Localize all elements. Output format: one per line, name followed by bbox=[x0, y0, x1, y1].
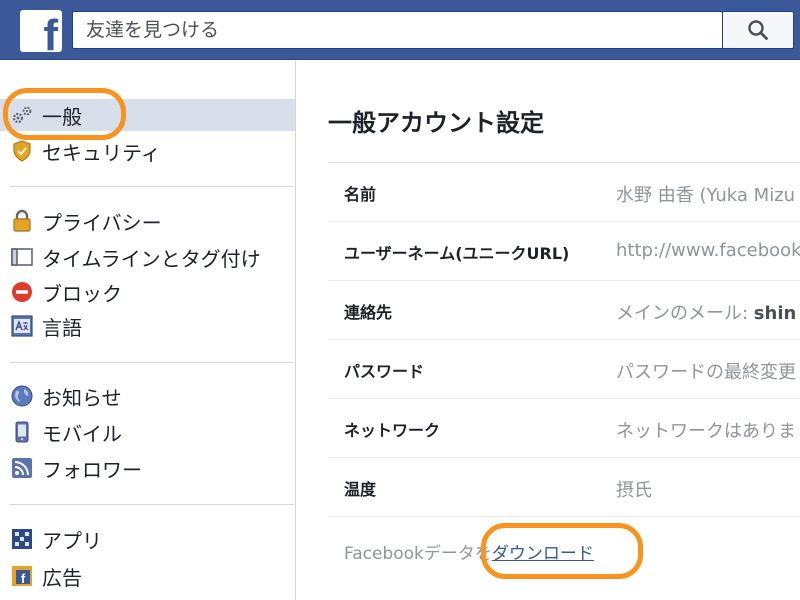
row-label: ユーザーネーム(ユニークURL) bbox=[344, 244, 570, 263]
settings-row-contact[interactable]: 連絡先 メインのメール: shin bbox=[328, 281, 800, 340]
main-content: 一般アカウント設定 名前 水野 由香 (Yuka Mizu ユーザーネーム(ユニ… bbox=[297, 61, 800, 600]
row-value-email: shin bbox=[753, 303, 797, 324]
sidebar-item-label: アプリ bbox=[42, 528, 102, 553]
search-button[interactable] bbox=[722, 11, 794, 49]
mobile-icon bbox=[10, 420, 34, 444]
sidebar-item-mobile[interactable]: モバイル bbox=[10, 416, 294, 448]
sidebar-item-label: プライバシー bbox=[42, 210, 162, 235]
search-input[interactable] bbox=[73, 12, 722, 48]
sidebar-divider bbox=[10, 504, 294, 505]
sidebar-item-label: 言語 bbox=[42, 315, 82, 340]
search-icon bbox=[748, 20, 768, 40]
svg-text:f: f bbox=[21, 571, 26, 586]
sidebar-item-followers[interactable]: フォロワー bbox=[10, 452, 294, 484]
sidebar-item-notifications[interactable]: お知らせ bbox=[10, 380, 294, 412]
row-label: 名前 bbox=[344, 185, 377, 204]
row-value: http://www.facebook.c bbox=[616, 240, 800, 261]
row-value: ネットワークはありま bbox=[616, 421, 796, 442]
settings-row-temperature[interactable]: 温度 摂氏 bbox=[328, 458, 800, 517]
sidebar-item-label: お知らせ bbox=[42, 385, 122, 410]
row-value-prefix: メインのメール: bbox=[616, 303, 754, 324]
sidebar-item-language[interactable]: 言語 bbox=[10, 310, 294, 342]
search-box bbox=[72, 11, 722, 49]
timeline-icon bbox=[10, 245, 34, 269]
settings-row-password[interactable]: パスワード パスワードの最終変更 bbox=[328, 340, 800, 399]
row-label: 温度 bbox=[344, 480, 377, 499]
row-value: パスワードの最終変更 bbox=[616, 362, 796, 383]
row-value: メインのメール: shin bbox=[616, 299, 796, 325]
rss-icon bbox=[10, 456, 34, 480]
row-label: 連絡先 bbox=[344, 303, 393, 322]
globe-icon bbox=[10, 384, 34, 408]
sidebar-item-label: セキュリティ bbox=[42, 140, 161, 165]
sidebar-item-privacy[interactable]: プライバシー bbox=[10, 205, 294, 237]
sidebar-item-apps[interactable]: アプリ bbox=[10, 523, 294, 555]
gears-icon bbox=[10, 103, 34, 127]
sidebar-item-label: フォロワー bbox=[42, 457, 142, 482]
sidebar-item-general[interactable]: 一般 bbox=[0, 99, 295, 131]
download-link[interactable]: ダウンロード bbox=[492, 544, 594, 564]
sidebar-item-timeline-tagging[interactable]: タイムラインとタグ付け bbox=[10, 241, 294, 273]
row-value: 摂氏 bbox=[616, 480, 652, 501]
language-icon bbox=[10, 314, 34, 338]
block-icon bbox=[10, 280, 34, 304]
settings-row-networks[interactable]: ネットワーク ネットワークはありま bbox=[328, 399, 800, 458]
facebook-logo[interactable]: f bbox=[20, 10, 62, 52]
sidebar-item-label: タイムラインとタグ付け bbox=[42, 246, 261, 271]
sidebar-item-label: ブロック bbox=[42, 281, 122, 306]
sidebar-item-security[interactable]: セキュリティ bbox=[10, 135, 294, 167]
download-data-line: Facebookデータをダウンロード bbox=[344, 539, 594, 564]
apps-icon bbox=[10, 527, 34, 551]
sidebar-item-label: 広告 bbox=[42, 565, 82, 590]
sidebar-item-ads[interactable]: f 広告 bbox=[10, 560, 294, 592]
page-title: 一般アカウント設定 bbox=[328, 109, 544, 137]
top-bar: f bbox=[0, 0, 800, 60]
sidebar-item-label: モバイル bbox=[42, 421, 122, 446]
ads-icon: f bbox=[10, 564, 34, 588]
row-value: 水野 由香 (Yuka Mizu bbox=[616, 185, 796, 206]
sidebar-divider bbox=[10, 362, 294, 363]
settings-row-username[interactable]: ユーザーネーム(ユニークURL) http://www.facebook.c bbox=[328, 222, 800, 281]
row-label: パスワード bbox=[344, 362, 425, 381]
padlock-icon bbox=[10, 209, 34, 233]
settings-table: 名前 水野 由香 (Yuka Mizu ユーザーネーム(ユニークURL) htt… bbox=[328, 162, 800, 517]
settings-row-name[interactable]: 名前 水野 由香 (Yuka Mizu bbox=[328, 163, 800, 222]
download-prefix: Facebookデータを bbox=[344, 544, 492, 564]
sidebar-divider bbox=[10, 186, 294, 187]
shield-badge-icon bbox=[10, 139, 34, 163]
settings-sidebar: 一般 セキュリティ プライバシー タイムラインとタグ付け ブロック 言語 お知ら… bbox=[0, 61, 296, 600]
row-label: ネットワーク bbox=[344, 421, 441, 440]
sidebar-item-label: 一般 bbox=[42, 104, 82, 129]
sidebar-item-blocking[interactable]: ブロック bbox=[10, 276, 294, 308]
